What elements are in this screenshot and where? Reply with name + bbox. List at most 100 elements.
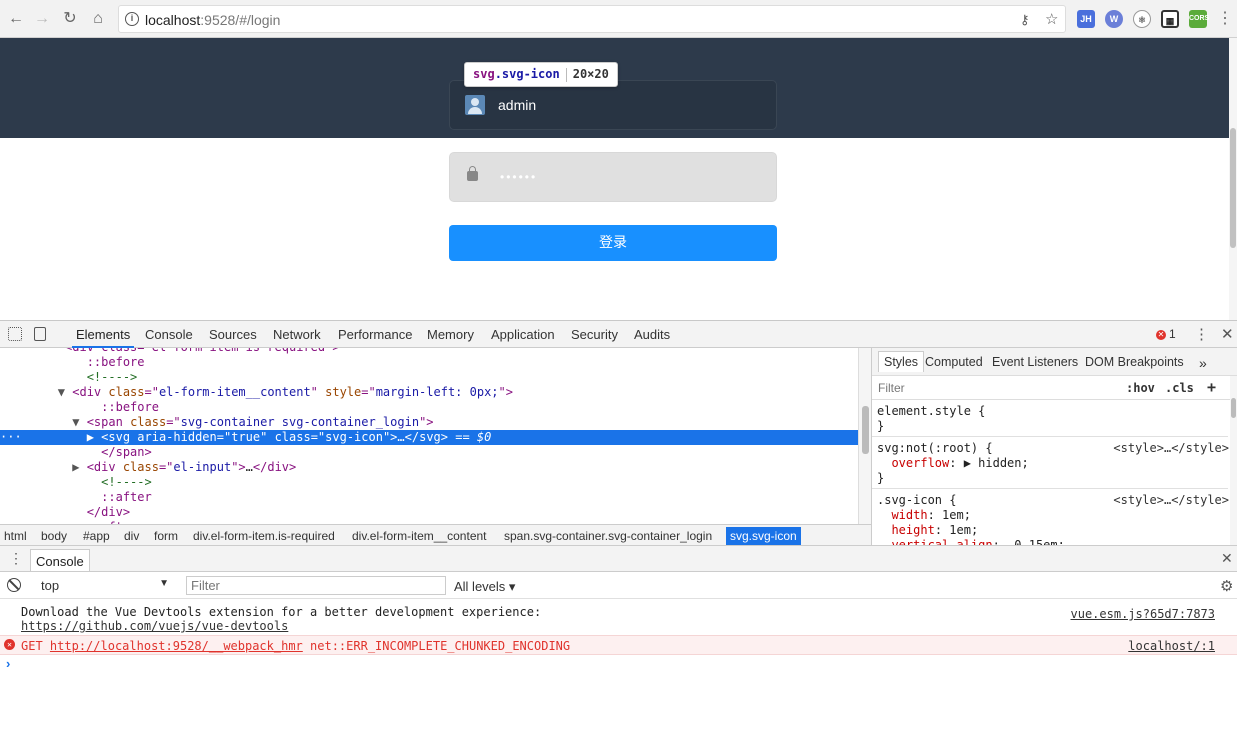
message-link[interactable]: https://github.com/vuejs/vue-devtools: [21, 619, 288, 633]
css-declaration[interactable]: width: 1em;: [877, 508, 970, 523]
breadcrumb-item[interactable]: #app: [83, 529, 110, 543]
breadcrumb-item[interactable]: div.el-form-item.is-required: [193, 529, 335, 543]
site-info-icon[interactable]: i: [125, 12, 139, 26]
styles-tab-computed[interactable]: Computed: [925, 355, 983, 369]
devtools-tab-memory[interactable]: Memory: [427, 327, 474, 342]
forward-icon[interactable]: →: [32, 9, 52, 29]
drawer-close-icon[interactable]: ✕: [1221, 550, 1233, 567]
devtools-tab-network[interactable]: Network: [273, 327, 321, 342]
reload-icon[interactable]: ↻: [60, 9, 80, 29]
devtools-tab-performance[interactable]: Performance: [338, 327, 412, 342]
styles-scrollbar[interactable]: [1230, 376, 1237, 546]
bookmark-star-icon[interactable]: ☆: [1045, 10, 1058, 28]
dom-token: ">: [498, 385, 513, 399]
breadcrumb-item[interactable]: html: [4, 529, 27, 543]
login-button[interactable]: 登录: [449, 225, 777, 261]
dom-token: =": [310, 430, 326, 444]
dom-node[interactable]: ▼ <div class="el-form-item__content" sty…: [0, 385, 858, 400]
drawer-menu-icon[interactable]: ⋮: [9, 550, 23, 567]
error-count-badge[interactable]: ✕ 1: [1156, 327, 1176, 341]
error-text: net::ERR_INCOMPLETE_CHUNKED_ENCODING: [310, 639, 571, 653]
dom-token: </div>: [86, 505, 131, 519]
more-tabs-icon[interactable]: »: [1199, 355, 1207, 371]
console-filter-input[interactable]: Filter: [186, 576, 446, 595]
message-source[interactable]: vue.esm.js?65d7:7873: [1071, 607, 1216, 621]
browser-menu-icon[interactable]: ⋮: [1215, 9, 1235, 29]
console-settings-icon[interactable]: ⚙: [1220, 577, 1233, 595]
dom-token: == $0: [448, 430, 492, 444]
dom-node[interactable]: </div>: [0, 505, 858, 520]
dom-node[interactable]: ::before: [0, 355, 858, 370]
context-select[interactable]: top ▼: [35, 576, 175, 595]
new-rule-icon[interactable]: +: [1207, 378, 1216, 396]
error-source[interactable]: localhost/:1: [1128, 639, 1215, 653]
expand-triangle-icon[interactable]: ▼: [58, 385, 72, 399]
jh-extension-icon[interactable]: JH: [1077, 10, 1095, 28]
styles-tab-dom-breakpoints[interactable]: DOM Breakpoints: [1085, 355, 1184, 369]
username-field[interactable]: admin: [449, 80, 777, 130]
cls-toggle[interactable]: .cls: [1165, 381, 1194, 395]
styles-tab-styles[interactable]: Styles: [878, 351, 925, 372]
vue-extension-icon[interactable]: W: [1105, 10, 1123, 28]
dom-token: aria-hidden: [137, 430, 217, 444]
log-levels-select[interactable]: All levels ▾: [454, 579, 515, 595]
devtools-tab-sources[interactable]: Sources: [209, 327, 257, 342]
dom-token: …: [397, 430, 405, 444]
dom-token: ::before: [101, 400, 159, 414]
dom-node[interactable]: ▼ <span class="svg-container svg-contain…: [0, 415, 858, 430]
inspect-tooltip: svg.svg-icon 20×20: [464, 62, 618, 87]
dom-token: ">: [382, 430, 398, 444]
breadcrumb-item[interactable]: body: [41, 529, 67, 543]
devtools-tab-console[interactable]: Console: [145, 327, 193, 342]
breadcrumb-item[interactable]: span.svg-container.svg-container_login: [504, 529, 712, 543]
error-link[interactable]: http://localhost:9528/__webpack_hmr: [50, 639, 303, 653]
expand-triangle-icon[interactable]: ▶: [72, 460, 86, 474]
breadcrumb-item[interactable]: div.el-form-item__content: [352, 529, 487, 543]
address-bar[interactable]: i localhost:9528/#/login ⚷ ☆: [118, 5, 1066, 33]
breadcrumb-item[interactable]: svg.svg-icon: [726, 527, 801, 545]
inspect-element-icon[interactable]: [8, 327, 22, 341]
dom-node[interactable]: <!---->: [0, 370, 858, 385]
devtools-tab-application[interactable]: Application: [491, 327, 555, 342]
password-value: ••••••: [500, 170, 538, 184]
expand-triangle-icon[interactable]: ▶: [87, 430, 101, 444]
styles-tab-event-listeners[interactable]: Event Listeners: [992, 355, 1078, 369]
hov-toggle[interactable]: :hov: [1126, 381, 1155, 395]
key-icon[interactable]: ⚷: [1020, 12, 1030, 28]
devtools-close-icon[interactable]: ✕: [1221, 325, 1234, 343]
home-icon[interactable]: ⌂: [88, 9, 108, 29]
rule2-source[interactable]: <style>…</style>: [1113, 493, 1229, 507]
dom-token: <!---->: [101, 475, 152, 489]
css-declaration[interactable]: height: 1em;: [877, 523, 978, 538]
back-icon[interactable]: ←: [6, 9, 26, 29]
dom-node[interactable]: ▶ <div class="el-input">…</div>: [0, 460, 858, 475]
dom-node-selected[interactable]: ··· ▶ <svg aria-hidden="true" class="svg…: [0, 430, 858, 445]
dom-node[interactable]: <!---->: [0, 475, 858, 490]
dom-node[interactable]: </span>: [0, 445, 858, 460]
devtools-tab-elements[interactable]: Elements: [71, 327, 135, 348]
rule1-source[interactable]: <style>…</style>: [1113, 441, 1229, 455]
dom-token: el-form-item__content: [158, 385, 311, 399]
styles-filter[interactable]: Filter :hov .cls +: [872, 376, 1237, 400]
breadcrumb-item[interactable]: div: [124, 529, 139, 543]
password-field[interactable]: ••••••: [449, 152, 777, 202]
dom-node[interactable]: ::before: [0, 400, 858, 415]
react-extension-icon[interactable]: ⚛: [1133, 10, 1151, 28]
page-scrollbar[interactable]: [1229, 38, 1237, 320]
dom-token: </svg>: [404, 430, 448, 444]
expand-triangle-icon[interactable]: ▼: [72, 415, 86, 429]
clear-console-icon[interactable]: [7, 578, 21, 592]
elements-scrollbar[interactable]: [858, 348, 871, 524]
elements-tree[interactable]: <div class="el-form-item is-required"> :…: [0, 348, 858, 524]
breadcrumb-item[interactable]: form: [154, 529, 178, 543]
qr-extension-icon[interactable]: ▦: [1161, 10, 1179, 28]
device-toolbar-icon[interactable]: [34, 327, 46, 341]
devtools-tab-audits[interactable]: Audits: [634, 327, 670, 342]
console-prompt-icon[interactable]: ›: [6, 656, 10, 671]
console-tab[interactable]: Console: [30, 549, 90, 571]
devtools-menu-icon[interactable]: ⋮: [1194, 325, 1209, 343]
dom-node[interactable]: ::after: [0, 490, 858, 505]
devtools-tab-security[interactable]: Security: [571, 327, 618, 342]
dom-node[interactable]: <div class="el-form-item is-required">: [0, 348, 858, 355]
cors-extension-icon[interactable]: CORS: [1189, 10, 1209, 28]
